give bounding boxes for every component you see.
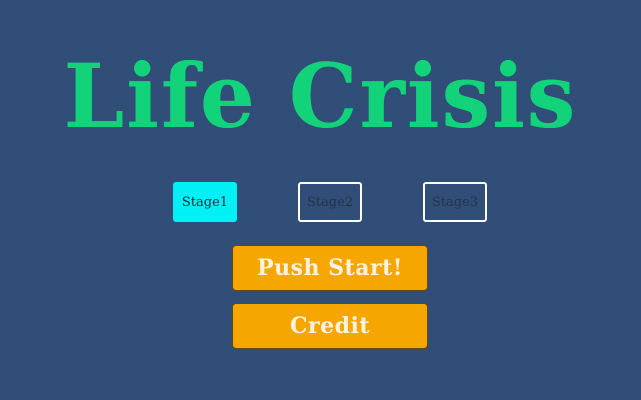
stage1-button[interactable]: Stage1: [173, 182, 237, 222]
title-screen: Life Crisis Stage1 Stage2 Stage3 Push St…: [0, 0, 641, 400]
stage3-button[interactable]: Stage3: [423, 182, 487, 222]
credit-button[interactable]: Credit: [232, 303, 428, 349]
stage2-button[interactable]: Stage2: [298, 182, 362, 222]
push-start-button[interactable]: Push Start!: [232, 245, 428, 291]
game-title: Life Crisis: [63, 44, 578, 148]
